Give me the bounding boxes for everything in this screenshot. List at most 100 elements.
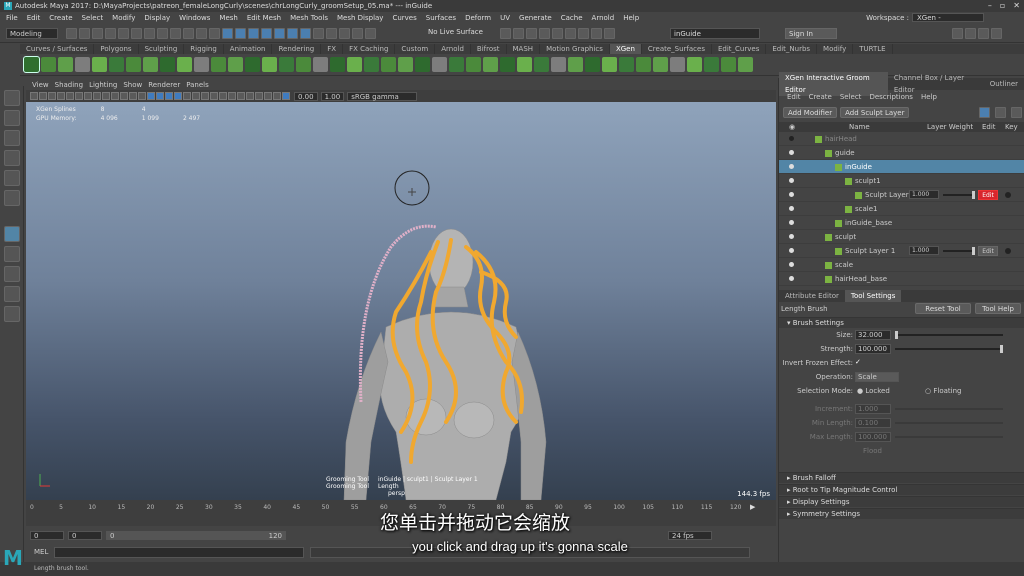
menu-mesh[interactable]: Mesh [219, 14, 237, 22]
viewport-menu-panels[interactable]: Panels [186, 81, 209, 89]
snap-point-icon[interactable] [339, 28, 350, 39]
add-sculpt-layer-button[interactable]: Add Sculpt Layer [840, 106, 910, 118]
select-tool-icon[interactable] [4, 90, 20, 106]
edit-layer-button[interactable]: Edit [978, 190, 998, 200]
groom-menu-create[interactable]: Create [809, 91, 832, 103]
groom-tree-row[interactable]: inGuide [779, 160, 1024, 174]
tab-attribute-editor[interactable]: Attribute Editor [779, 290, 845, 302]
move-tool-icon[interactable] [4, 150, 20, 166]
select-component-icon[interactable] [157, 28, 168, 39]
menu-windows[interactable]: Windows [179, 14, 210, 22]
section-brush-settings[interactable]: ▾ Brush Settings [779, 317, 1024, 328]
shelf-tab-mash[interactable]: MASH [507, 44, 541, 54]
four-view-layout-icon[interactable] [4, 266, 20, 282]
redo-icon[interactable] [118, 28, 129, 39]
field-chart-icon[interactable] [120, 92, 128, 100]
pose-icon[interactable] [687, 57, 702, 72]
groom-menu-help[interactable]: Help [921, 91, 937, 103]
export-icon[interactable] [534, 57, 549, 72]
create-description-icon[interactable] [41, 57, 56, 72]
tab-tool-settings[interactable]: Tool Settings [844, 290, 902, 302]
menu-curves[interactable]: Curves [392, 14, 416, 22]
image-plane-icon[interactable] [57, 92, 65, 100]
shelf-tab-create-surfaces[interactable]: Create_Surfaces [642, 44, 712, 54]
default-material-icon[interactable] [165, 92, 173, 100]
size-field[interactable]: 32.000 [855, 330, 891, 340]
range-slider[interactable]: 0 120 [106, 530, 286, 540]
start-time-field[interactable]: 0 [30, 530, 64, 540]
camera-attributes-icon[interactable] [39, 92, 47, 100]
maximize-icon[interactable]: ▫ [1000, 1, 1005, 10]
playback-icon[interactable] [704, 57, 719, 72]
xgen-editor-icon[interactable] [23, 56, 40, 73]
undo-icon[interactable] [105, 28, 116, 39]
menu-file[interactable]: File [6, 14, 18, 22]
curl-icon[interactable] [313, 57, 328, 72]
shelf-tab-motion-graphics[interactable]: Motion Graphics [540, 44, 610, 54]
play-forward-icon[interactable]: ▶ [750, 503, 755, 511]
length-tool-icon[interactable] [109, 57, 124, 72]
visibility-toggle-icon[interactable] [789, 234, 794, 239]
isolate-select-icon[interactable] [237, 92, 245, 100]
tool-settings-toggle-icon[interactable] [978, 28, 989, 39]
section-display-settings[interactable]: ▸ Display Settings [779, 496, 1024, 507]
open-scene-icon[interactable] [79, 28, 90, 39]
groom-splines-icon[interactable] [551, 57, 566, 72]
anti-alias-icon[interactable] [219, 92, 227, 100]
shelf-tab-xgen[interactable]: XGen [609, 44, 642, 54]
smooth-tool-icon[interactable] [126, 57, 141, 72]
groom-tree-row[interactable]: scale [779, 258, 1024, 272]
cut-tool-icon[interactable] [75, 57, 90, 72]
smooth-shade-icon[interactable] [156, 92, 164, 100]
expand-all-icon[interactable] [979, 106, 990, 118]
floating-radio[interactable]: ○ Floating [925, 387, 961, 395]
groom-tree-row[interactable]: scale1 [779, 202, 1024, 216]
single-perspective-layout-icon[interactable] [4, 246, 20, 262]
clip-icon[interactable] [279, 57, 294, 72]
input-line-icon[interactable] [604, 28, 615, 39]
command-input[interactable] [54, 546, 305, 558]
layer-weight-field[interactable]: 1.000 [909, 190, 939, 199]
menu-uv[interactable]: UV [500, 14, 510, 22]
menu-generate[interactable]: Generate [519, 14, 552, 22]
hypershade-icon[interactable] [539, 28, 550, 39]
xgen-icon[interactable] [591, 28, 602, 39]
reset-tool-button[interactable]: Reset Tool [915, 303, 971, 314]
render-settings-icon[interactable] [526, 28, 537, 39]
lasso-tool-icon[interactable] [4, 110, 20, 126]
menu-cache[interactable]: Cache [561, 14, 583, 22]
section-symmetry-settings[interactable]: ▸ Symmetry Settings [779, 508, 1024, 519]
visibility-toggle-icon[interactable] [789, 262, 794, 267]
human-ik-icon[interactable] [578, 28, 589, 39]
grease-pencil-icon[interactable] [75, 92, 83, 100]
motion-blur-icon[interactable] [210, 92, 218, 100]
menu-edit-mesh[interactable]: Edit Mesh [247, 14, 281, 22]
coil-icon[interactable] [330, 57, 345, 72]
edge-mask-icon[interactable] [183, 28, 194, 39]
brush-icon[interactable] [262, 57, 277, 72]
attribute-editor-toggle-icon[interactable] [965, 28, 976, 39]
key-layer-icon[interactable] [1005, 248, 1011, 254]
delete-icon[interactable] [1011, 106, 1022, 118]
select-camera-icon[interactable] [30, 92, 38, 100]
shelf-tab-fx[interactable]: FX [321, 44, 344, 54]
visibility-toggle-icon[interactable] [789, 276, 794, 281]
dof-icon[interactable] [228, 92, 236, 100]
invert-checkbox[interactable]: ✓ [855, 358, 861, 366]
viewport-menu-show[interactable]: Show [123, 81, 142, 89]
snap-grid-icon[interactable] [313, 28, 324, 39]
shelf-tab-turtle[interactable]: TURTLE [853, 44, 893, 54]
strength-field[interactable]: 100.000 [855, 344, 891, 354]
shelf-tab-modify[interactable]: Modify [817, 44, 854, 54]
part-tool-icon[interactable] [211, 57, 226, 72]
select-handles-icon[interactable] [222, 28, 233, 39]
locked-radio[interactable]: ● Locked [857, 387, 890, 395]
select-object-icon[interactable] [144, 28, 155, 39]
add-guide-icon[interactable] [449, 57, 464, 72]
edit-layer-button[interactable]: Edit [978, 246, 998, 256]
groom-tree-row[interactable]: sculpt1 [779, 174, 1024, 188]
xray-active-icon[interactable] [255, 92, 263, 100]
groom-placement-icon[interactable] [58, 57, 73, 72]
tool-help-button[interactable]: Tool Help [975, 303, 1021, 314]
preview-icon[interactable] [500, 57, 515, 72]
